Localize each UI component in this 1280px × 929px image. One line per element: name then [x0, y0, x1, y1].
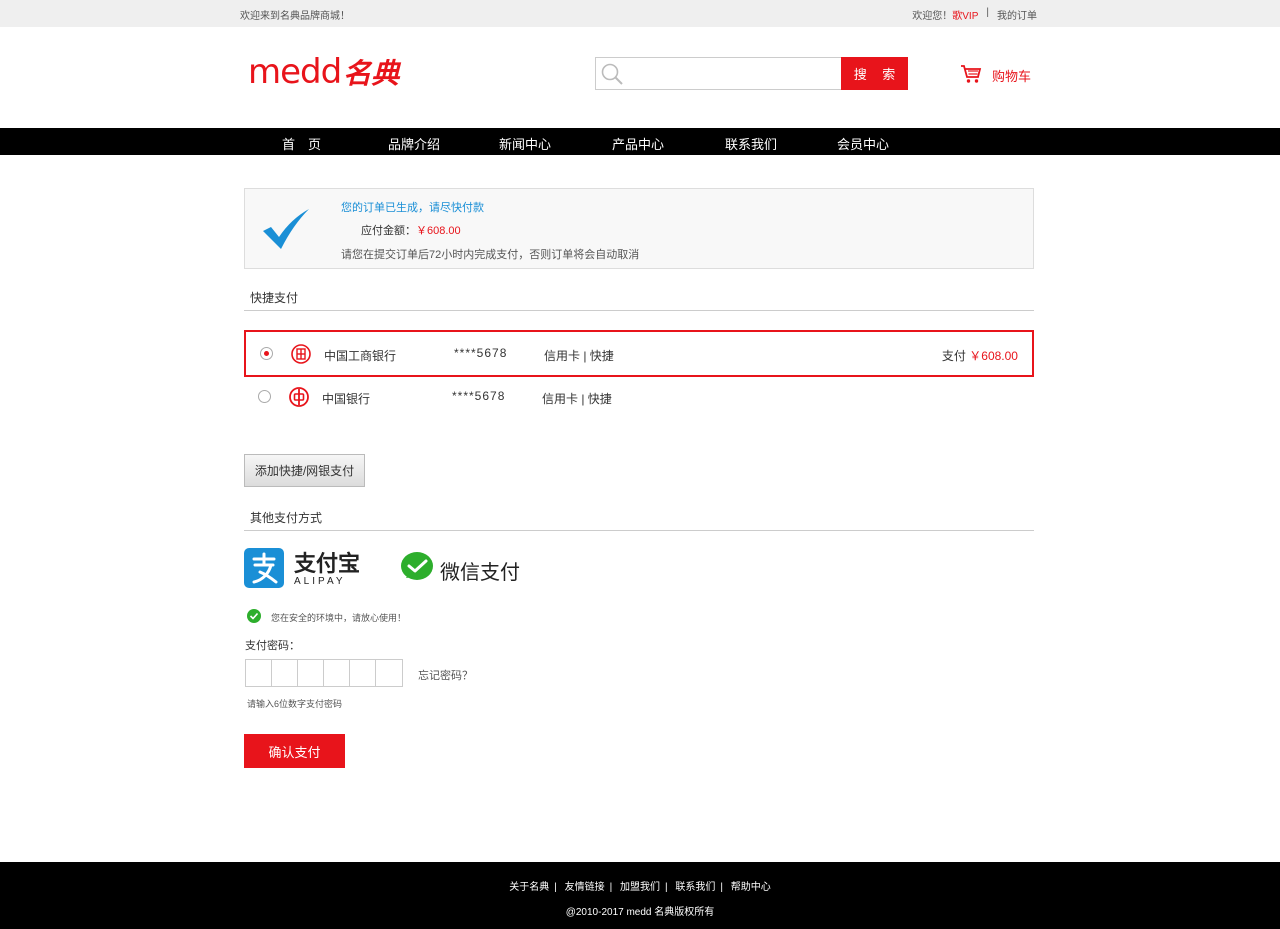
- other-pay-title: 其他支付方式: [250, 511, 323, 525]
- confirm-pay-button[interactable]: 确认支付: [244, 734, 345, 768]
- pay-amount: 支付 ￥608.00: [941, 349, 1018, 363]
- logo-text-cn: 名典: [343, 58, 400, 89]
- footer-links: 关于名典 | 友情链接 | 加盟我们 | 联系我们 | 帮助中心: [509, 882, 771, 893]
- checkmark-icon: [261, 207, 311, 254]
- forgot-password-link[interactable]: 忘记密码？: [418, 667, 473, 683]
- search-bar: 搜 索: [595, 57, 908, 90]
- footer: 关于名典 | 友情链接 | 加盟我们 | 联系我们 | 帮助中心 @2010-2017 …: [0, 862, 1280, 929]
- card-number: ****5678: [454, 346, 508, 360]
- separator: |: [986, 7, 989, 18]
- password-digit-box[interactable]: [272, 660, 298, 686]
- secure-text: 您在安全的环境中，请放心使用！: [271, 612, 407, 623]
- radio-boc[interactable]: [258, 390, 271, 403]
- divider: [244, 310, 1034, 311]
- wechat-icon: [400, 551, 434, 589]
- nav-item-products[interactable]: 产品中心: [612, 134, 664, 153]
- search-button[interactable]: 搜 索: [841, 57, 908, 90]
- radio-icbc[interactable]: [260, 347, 273, 360]
- greeting-text: 欢迎您！: [912, 11, 953, 22]
- top-bar: 欢迎来到名典品牌商城！ 欢迎您！歌VIP | 我的订单: [0, 0, 1280, 27]
- card-type: 信用卡 | 快捷: [542, 392, 612, 406]
- copyright: @2010-2017 medd 名典版权所有: [565, 907, 715, 918]
- search-icon: [596, 58, 628, 89]
- wechat-pay-option[interactable]: 微信支付: [400, 551, 520, 589]
- alipay-icon: [244, 548, 284, 591]
- search-input[interactable]: [628, 58, 841, 89]
- password-digit-box[interactable]: [376, 660, 402, 686]
- pay-method-icbc[interactable]: 中国工商银行 ****5678 信用卡 | 快捷 支付 ￥608.00: [244, 330, 1034, 377]
- password-input[interactable]: [245, 659, 403, 687]
- site-logo[interactable]: medd 名典: [248, 55, 399, 91]
- icbc-logo-icon: [291, 344, 311, 364]
- welcome-text: 欢迎来到名典品牌商城！: [240, 11, 350, 22]
- footer-link-contact[interactable]: 联系我们: [675, 882, 715, 893]
- order-success-panel: 您的订单已生成，请尽快付款 应付金额：￥608.00 请您在提交订单后72小时内…: [244, 188, 1034, 269]
- password-hint: 请输入6位数字支付密码: [247, 699, 343, 709]
- user-name-link[interactable]: 歌VIP: [952, 11, 978, 22]
- wechat-pay-label: 微信支付: [440, 561, 520, 584]
- nav-item-brand[interactable]: 品牌介绍: [388, 134, 440, 153]
- password-digit-box[interactable]: [298, 660, 324, 686]
- order-created-text: 您的订单已生成，请尽快付款: [341, 202, 484, 214]
- cart-link[interactable]: 购物车: [960, 64, 1031, 87]
- add-quick-pay-button[interactable]: 添加快捷/网银支付: [244, 454, 365, 487]
- alipay-option[interactable]: 支付宝 ALIPAY: [244, 548, 360, 591]
- secure-notice: 您在安全的环境中，请放心使用！: [247, 609, 406, 625]
- footer-link-friends[interactable]: 友情链接: [565, 882, 605, 893]
- nav-item-news[interactable]: 新闻中心: [499, 134, 551, 153]
- password-digit-box[interactable]: [246, 660, 272, 686]
- password-digit-box[interactable]: [324, 660, 350, 686]
- card-type: 信用卡 | 快捷: [544, 349, 614, 363]
- divider: [244, 530, 1034, 531]
- quick-pay-title: 快捷支付: [250, 291, 299, 305]
- nav-item-member[interactable]: 会员中心: [837, 134, 889, 153]
- logo-text-en: medd: [248, 52, 342, 92]
- pay-method-boc[interactable]: 中国银行 ****5678 信用卡 | 快捷: [244, 375, 1034, 422]
- bank-name: 中国银行: [322, 392, 371, 406]
- footer-link-help[interactable]: 帮助中心: [731, 882, 771, 893]
- password-digit-box[interactable]: [350, 660, 376, 686]
- nav-item-contact[interactable]: 联系我们: [725, 134, 777, 153]
- cart-icon: [960, 64, 982, 87]
- my-orders-link[interactable]: 我的订单: [997, 7, 1037, 22]
- user-links: 欢迎您！歌VIP | 我的订单: [912, 7, 1037, 22]
- amount-due: 应付金额：￥608.00: [361, 225, 461, 237]
- password-label: 支付密码：: [245, 640, 300, 652]
- order-notice: 请您在提交订单后72小时内完成支付，否则订单将会自动取消: [341, 249, 640, 261]
- amount-value: ￥608.00: [416, 225, 461, 237]
- cart-label: 购物车: [992, 69, 1032, 84]
- footer-link-join[interactable]: 加盟我们: [620, 882, 660, 893]
- shield-check-icon: [247, 609, 261, 625]
- card-number: ****5678: [452, 389, 506, 403]
- footer-link-about[interactable]: 关于名典: [509, 882, 549, 893]
- main-nav: 首 页 品牌介绍 新闻中心 产品中心 联系我们 会员中心: [0, 128, 1280, 155]
- alipay-label-en: ALIPAY: [294, 576, 346, 587]
- alipay-label: 支付宝: [294, 551, 361, 576]
- boc-logo-icon: [289, 387, 309, 407]
- bank-name: 中国工商银行: [324, 349, 397, 363]
- nav-item-home[interactable]: 首 页: [282, 134, 321, 153]
